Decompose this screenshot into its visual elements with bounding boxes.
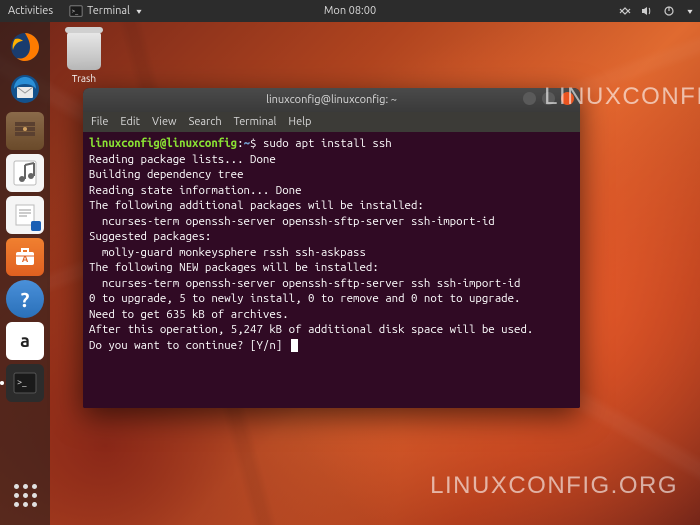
activities-button[interactable]: Activities — [8, 5, 53, 17]
output-line: After this operation, 5,247 kB of additi… — [89, 323, 533, 336]
output-line: Need to get 635 kB of archives. — [89, 308, 289, 321]
dock: A ? a >_ — [0, 22, 50, 525]
dock-item-amazon[interactable]: a — [6, 322, 44, 360]
menu-search[interactable]: Search — [189, 116, 222, 128]
output-line: 0 to upgrade, 5 to newly install, 0 to r… — [89, 292, 520, 305]
terminal-output[interactable]: linuxconfig@linuxconfig:~$ sudo apt inst… — [83, 132, 580, 408]
prompt-user: linuxconfig@linuxconfig — [89, 137, 237, 150]
output-line: molly-guard monkeysphere rssh ssh-askpas… — [89, 246, 366, 259]
menu-file[interactable]: File — [91, 116, 108, 128]
command-input: sudo apt install ssh — [263, 137, 392, 150]
network-icon — [619, 5, 631, 17]
window-maximize-button[interactable] — [542, 92, 555, 105]
dock-item-firefox[interactable] — [6, 28, 44, 66]
dock-item-terminal[interactable]: >_ — [6, 364, 44, 402]
window-minimize-button[interactable] — [523, 92, 536, 105]
system-status-area[interactable]: ▾ — [619, 5, 692, 17]
output-line: Do you want to continue? [Y/n] — [89, 339, 289, 352]
question-icon: ? — [21, 288, 30, 311]
dock-item-ubuntu-software[interactable]: A — [6, 238, 44, 276]
apps-grid-icon — [14, 484, 37, 507]
menu-edit[interactable]: Edit — [120, 116, 140, 128]
window-titlebar[interactable]: linuxconfig@linuxconfig: ~ — [83, 88, 580, 112]
volume-icon — [641, 5, 653, 17]
dock-item-libreoffice-writer[interactable] — [6, 196, 44, 234]
menu-terminal[interactable]: Terminal — [234, 116, 277, 128]
output-line: Reading state information... Done — [89, 184, 302, 197]
dock-item-help[interactable]: ? — [6, 280, 44, 318]
dock-item-rhythmbox[interactable] — [6, 154, 44, 192]
output-line: The following additional packages will b… — [89, 199, 424, 212]
svg-text:A: A — [22, 254, 29, 264]
app-menu[interactable]: >_ Terminal ▾ — [69, 4, 141, 18]
output-line: The following NEW packages will be insta… — [89, 261, 379, 274]
dock-item-files[interactable] — [6, 112, 44, 150]
dock-item-thunderbird[interactable] — [6, 70, 44, 108]
top-bar: Activities >_ Terminal ▾ Mon 08:00 ▾ — [0, 0, 700, 22]
output-line: ncurses-term openssh-server openssh-sftp… — [89, 215, 495, 228]
chevron-down-icon: ▾ — [687, 7, 692, 16]
cursor — [291, 339, 298, 352]
show-applications-button[interactable] — [0, 475, 50, 515]
terminal-window: linuxconfig@linuxconfig: ~ File Edit Vie… — [83, 88, 580, 408]
svg-text:>_: >_ — [17, 377, 27, 387]
power-icon — [663, 5, 675, 17]
trash-label: Trash — [60, 73, 108, 84]
clock[interactable]: Mon 08:00 — [324, 5, 376, 17]
trash-desktop-icon[interactable]: Trash — [60, 32, 108, 84]
app-menu-label: Terminal — [87, 5, 130, 17]
trash-icon — [67, 32, 101, 70]
terminal-icon: >_ — [69, 4, 83, 18]
window-close-button[interactable] — [561, 92, 574, 105]
menu-help[interactable]: Help — [288, 116, 311, 128]
amazon-icon: a — [20, 331, 30, 351]
output-line: Suggested packages: — [89, 230, 211, 243]
svg-text:>_: >_ — [72, 8, 79, 15]
window-title: linuxconfig@linuxconfig: ~ — [266, 94, 397, 106]
output-line: Building dependency tree — [89, 168, 244, 181]
menu-view[interactable]: View — [152, 116, 177, 128]
output-line: Reading package lists... Done — [89, 153, 276, 166]
output-line: ncurses-term openssh-server openssh-sftp… — [89, 277, 520, 290]
chevron-down-icon: ▾ — [136, 7, 141, 16]
menu-bar: File Edit View Search Terminal Help — [83, 112, 580, 132]
